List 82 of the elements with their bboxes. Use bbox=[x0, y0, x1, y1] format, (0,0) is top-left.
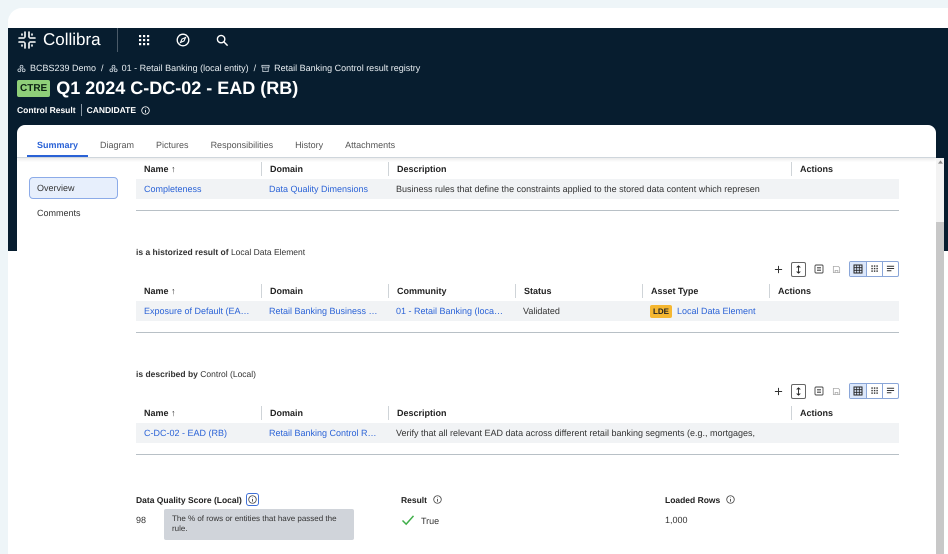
breadcrumb-separator: / bbox=[254, 63, 256, 73]
attribute-label: Data Quality Score (Local) bbox=[136, 494, 242, 504]
tab[interactable]: Pictures bbox=[146, 140, 199, 157]
column-header[interactable]: Description bbox=[397, 164, 447, 174]
column-header[interactable]: Name ↑ bbox=[144, 164, 176, 174]
row-height-button[interactable] bbox=[791, 384, 806, 398]
column-header[interactable]: Actions bbox=[778, 286, 812, 296]
asset-type-badge: LDE bbox=[650, 304, 672, 318]
logo-icon bbox=[17, 30, 37, 50]
row-height-icon bbox=[794, 386, 803, 396]
row-height-icon bbox=[794, 264, 803, 274]
asset-type: Control Result bbox=[17, 105, 76, 115]
tab[interactable]: Diagram bbox=[90, 140, 144, 157]
community-icon bbox=[17, 64, 26, 72]
relation-heading: is described by Control (Local) bbox=[136, 369, 257, 379]
asset-link[interactable]: Exposure of Default (EA… bbox=[144, 306, 250, 316]
tab[interactable]: History bbox=[285, 140, 334, 157]
search-icon[interactable] bbox=[216, 34, 229, 46]
brand-name[interactable]: Collibra bbox=[43, 30, 101, 50]
table-cell: Validated bbox=[523, 306, 560, 316]
breadcrumb-separator: / bbox=[101, 63, 104, 73]
column-header[interactable]: Domain bbox=[270, 408, 304, 418]
list-view-icon[interactable] bbox=[814, 264, 824, 274]
asset-link[interactable]: Completeness bbox=[144, 184, 202, 194]
column-header[interactable]: Name ↑ bbox=[144, 408, 176, 418]
column-header[interactable]: Actions bbox=[800, 408, 834, 418]
attribute-value: 1,000 bbox=[665, 515, 688, 525]
breadcrumb-link[interactable]: Retail Banking Control result registry bbox=[274, 63, 420, 73]
asset-type-badge: CTRE bbox=[17, 80, 50, 97]
add-icon[interactable] bbox=[774, 264, 783, 274]
column-header[interactable]: Name ↑ bbox=[144, 286, 176, 296]
grid-icon bbox=[853, 386, 863, 396]
grid-view-button[interactable] bbox=[850, 384, 866, 398]
tab[interactable]: Summary bbox=[27, 140, 88, 157]
relation-heading: is a historized result of Local Data Element bbox=[136, 247, 306, 257]
column-header[interactable]: Domain bbox=[270, 164, 304, 174]
sidebar-item[interactable]: Overview bbox=[29, 177, 118, 199]
domain-icon bbox=[261, 64, 270, 72]
community-icon bbox=[108, 64, 118, 72]
asset-link[interactable]: C-DC-02 - EAD (RB) bbox=[144, 428, 228, 438]
column-header[interactable]: Domain bbox=[270, 286, 304, 296]
asset-link[interactable]: 01 - Retail Banking (loca… bbox=[396, 306, 504, 316]
status-label: CANDIDATE bbox=[86, 105, 136, 115]
column-header[interactable]: Actions bbox=[800, 164, 834, 174]
table-cell: Verify that all relevant EAD data across different retail banking segments (e.g., mortgages, bbox=[396, 428, 756, 438]
lines-icon bbox=[886, 264, 895, 273]
attribute-label: Result bbox=[401, 494, 427, 504]
dots-grid-icon bbox=[870, 386, 879, 395]
tab[interactable]: Attachments bbox=[335, 140, 406, 157]
info-icon[interactable] bbox=[246, 493, 259, 506]
breadcrumb-link[interactable]: 01 - Retail Banking (local entity) bbox=[122, 63, 249, 73]
asset-link[interactable]: Data Quality Dimensions bbox=[269, 184, 368, 194]
scrollbar[interactable] bbox=[936, 158, 944, 554]
grid-view-button[interactable] bbox=[850, 262, 866, 276]
tooltip: The % of rows or entities that have passed the rule. bbox=[164, 509, 354, 540]
list-view-icon[interactable] bbox=[814, 386, 824, 396]
check-icon bbox=[401, 515, 415, 526]
asset-link[interactable]: Retail Banking Control R… bbox=[269, 428, 377, 438]
lines-icon bbox=[886, 386, 895, 395]
table-cell: Business rules that define the constraints applied to the stored data content which represen bbox=[396, 184, 760, 194]
column-header[interactable]: Description bbox=[397, 408, 447, 418]
compass-icon[interactable] bbox=[176, 33, 190, 47]
grid-icon bbox=[853, 264, 863, 274]
attribute-label: Loaded Rows bbox=[665, 494, 720, 504]
attribute-value: 98 bbox=[136, 515, 146, 525]
column-header[interactable]: Community bbox=[397, 286, 446, 296]
column-header[interactable]: Asset Type bbox=[651, 286, 698, 296]
info-icon[interactable] bbox=[724, 493, 738, 506]
sidebar-item[interactable]: Comments bbox=[29, 202, 118, 224]
info-icon[interactable] bbox=[430, 493, 444, 506]
column-header[interactable]: Status bbox=[524, 286, 552, 296]
add-icon[interactable] bbox=[774, 386, 783, 396]
breadcrumb-link[interactable]: BCBS239 Demo bbox=[30, 63, 96, 73]
tab[interactable]: Responsibilities bbox=[200, 140, 284, 157]
apps-grid-icon[interactable] bbox=[138, 34, 150, 46]
attribute-value: True bbox=[421, 516, 440, 526]
scroll-up-icon[interactable] bbox=[938, 160, 942, 164]
asset-link[interactable]: Retail Banking Business … bbox=[269, 306, 378, 316]
asset-title: Q1 2024 C-DC-02 - EAD (RB) bbox=[56, 78, 298, 99]
row-height-button[interactable] bbox=[791, 262, 806, 276]
asset-link[interactable]: Local Data Element bbox=[677, 306, 756, 316]
dots-grid-icon bbox=[870, 264, 879, 273]
